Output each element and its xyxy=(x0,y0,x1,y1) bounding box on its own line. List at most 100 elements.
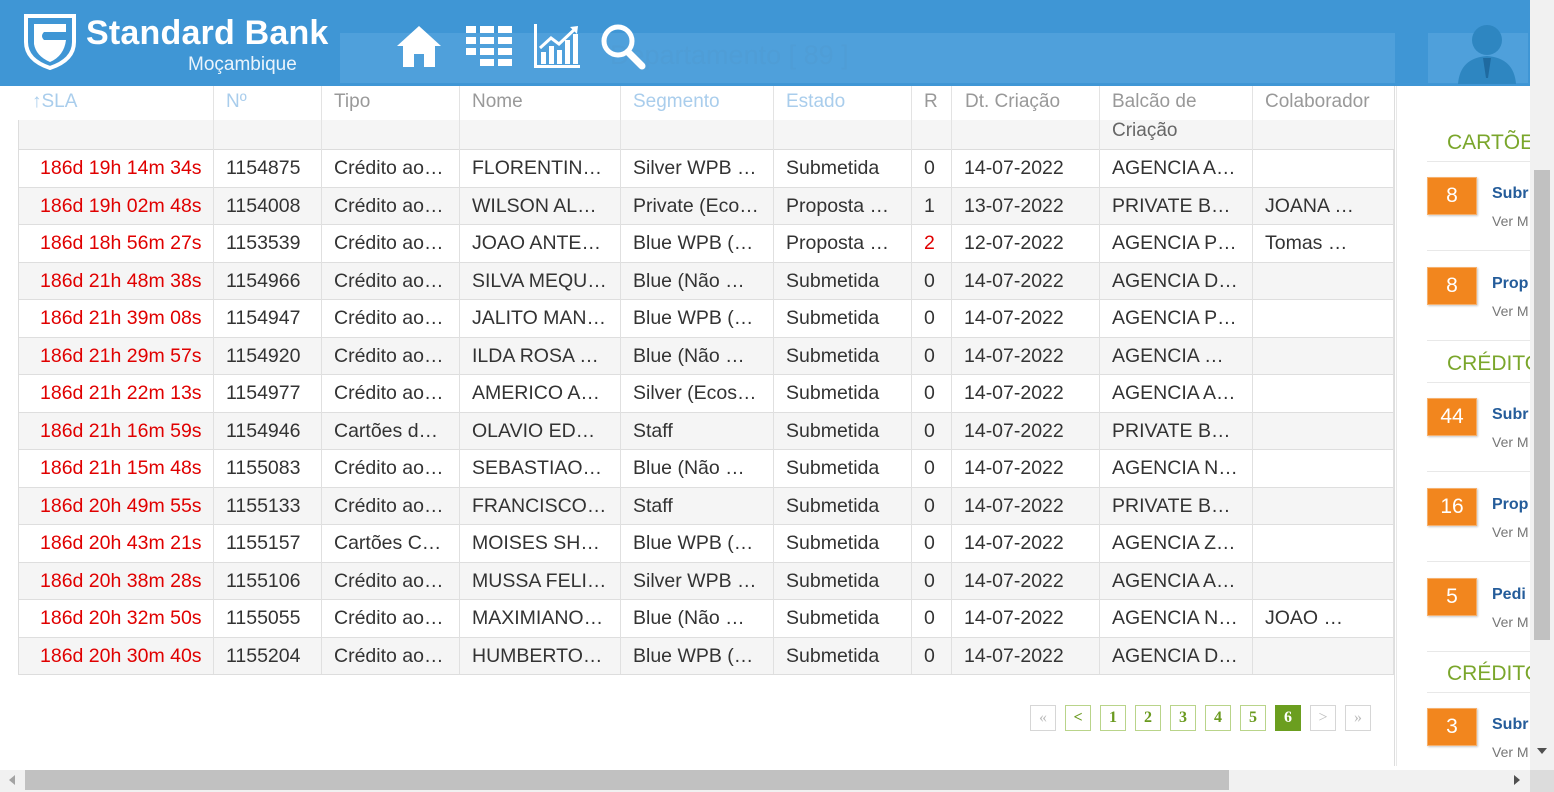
count-badge: 8 xyxy=(1427,267,1477,305)
table-row[interactable]: 186d 20h 49m 55s 1155133 Crédito ao… FRANCI… xyxy=(18,487,1394,525)
vertical-scrollbar[interactable] xyxy=(1530,0,1554,770)
pagination: « < 1 2 3 4 5 6 > » xyxy=(1030,705,1371,731)
card-title[interactable]: Prop xyxy=(1492,275,1528,293)
table-row[interactable]: 186d 20h 30m 40s 1155204 Crédito ao… HUMBER… xyxy=(18,637,1394,675)
see-more-link[interactable]: Ver M xyxy=(1492,614,1529,630)
page-3-button[interactable]: 3 xyxy=(1170,705,1196,731)
cell-segment: Blue WPB (… xyxy=(621,525,774,563)
standard-bank-logo-icon[interactable] xyxy=(22,12,78,70)
cell-branch: AGENCIA D… xyxy=(1100,262,1253,300)
cell-r: 0 xyxy=(912,450,952,488)
top-navigation-bar: Departamento [ 89 ] Standard Bank Moçamb… xyxy=(0,0,1530,86)
cell-branch: AGENCIA A… xyxy=(1100,562,1253,600)
page-2-button[interactable]: 2 xyxy=(1135,705,1161,731)
first-page-button[interactable]: « xyxy=(1030,705,1056,731)
table-row[interactable]: 186d 21h 29m 57s 1154920 Crédito ao… ILDA R… xyxy=(18,337,1394,375)
cell-state: Submetida xyxy=(774,600,912,638)
page-5-button[interactable]: 5 xyxy=(1240,705,1266,731)
cell-collaborator: Tomas … xyxy=(1253,225,1394,263)
cell-segment: Blue WPB (… xyxy=(621,637,774,675)
cell-segment: Silver WPB … xyxy=(621,562,774,600)
cell-state: Submetida xyxy=(774,562,912,600)
see-more-link[interactable]: Ver M xyxy=(1492,744,1529,760)
card-title[interactable]: Subr xyxy=(1492,406,1528,424)
cell-branch: AGENCIA N… xyxy=(1100,600,1253,638)
previous-page-button[interactable]: < xyxy=(1065,705,1091,731)
see-more-link[interactable]: Ver M xyxy=(1492,213,1529,229)
see-more-link[interactable]: Ver M xyxy=(1492,524,1529,540)
card-title[interactable]: Prop xyxy=(1492,496,1528,514)
summary-card[interactable]: 44 Subr Ver M xyxy=(1427,398,1530,470)
column-header-sla[interactable]: ↑SLA xyxy=(32,91,77,113)
summary-card[interactable]: 8 Prop Ver M xyxy=(1427,267,1530,339)
cell-type: Crédito ao… xyxy=(322,150,460,188)
summary-card[interactable]: 8 Subr Ver M xyxy=(1427,177,1530,249)
cell-number: 1155083 xyxy=(214,450,322,488)
cell-state: Submetida xyxy=(774,525,912,563)
cell-collaborator xyxy=(1253,562,1394,600)
cell-segment: Blue (Não … xyxy=(621,337,774,375)
cell-name: MUSSA FELI… xyxy=(460,562,621,600)
column-header-collaborator: Colaborador xyxy=(1265,91,1370,112)
vertical-scroll-thumb[interactable] xyxy=(1534,170,1550,640)
grid-icon[interactable] xyxy=(464,22,514,70)
column-header-segment[interactable]: Segmento xyxy=(633,91,720,113)
cell-type: Crédito ao… xyxy=(322,300,460,338)
last-page-button[interactable]: » xyxy=(1345,705,1371,731)
cell-segment: Silver WPB … xyxy=(621,150,774,188)
section-title-credit: CRÉDITO xyxy=(1447,352,1542,375)
cell-collaborator xyxy=(1253,262,1394,300)
cell-name: JOAO ANTE… xyxy=(460,225,621,263)
cell-collaborator xyxy=(1253,337,1394,375)
cell-segment: Blue (Não … xyxy=(621,600,774,638)
summary-card[interactable]: 16 Prop Ver M xyxy=(1427,488,1530,560)
user-avatar-icon[interactable] xyxy=(1452,18,1522,84)
table-row[interactable]: 186d 21h 15m 48s 1155083 Crédito ao… SEBAST… xyxy=(18,450,1394,488)
scroll-left-arrow-icon[interactable] xyxy=(9,775,15,785)
next-page-button[interactable]: > xyxy=(1310,705,1336,731)
cell-name: FRANCISCO… xyxy=(460,487,621,525)
table-row[interactable]: 186d 20h 43m 21s 1155157 Cartões C… MOISES … xyxy=(18,525,1394,563)
cell-name: OLAVIO ED… xyxy=(460,412,621,450)
table-row[interactable]: 186d 19h 14m 34s 1154875 Crédito ao… FLOREN… xyxy=(18,150,1394,188)
table-row[interactable]: 186d 20h 32m 50s 1155055 Crédito ao… MAXIMI… xyxy=(18,600,1394,638)
scroll-down-arrow-icon[interactable] xyxy=(1537,748,1547,754)
horizontal-scrollbar[interactable] xyxy=(0,770,1530,792)
page-6-button[interactable]: 6 xyxy=(1275,705,1301,731)
cell-segment: Staff xyxy=(621,412,774,450)
table-row[interactable]: 186d 21h 22m 13s 1154977 Crédito ao… AMERIC… xyxy=(18,375,1394,413)
cell-segment: Blue WPB (… xyxy=(621,300,774,338)
card-title[interactable]: Subr xyxy=(1492,185,1528,203)
table-row[interactable]: 186d 21h 16m 59s 1154946 Cartões d… OLAVIO … xyxy=(18,412,1394,450)
cell-sla: 186d 21h 48m 38s xyxy=(18,262,214,300)
page-4-button[interactable]: 4 xyxy=(1205,705,1231,731)
table-row[interactable]: 186d 18h 56m 27s 1153539 Crédito ao… JOAO A… xyxy=(18,225,1394,263)
cell-r: 0 xyxy=(912,150,952,188)
search-icon[interactable] xyxy=(598,22,648,70)
cell-state: Submetida xyxy=(774,300,912,338)
cell-state: Submetida xyxy=(774,637,912,675)
table-row[interactable]: 186d 20h 38m 28s 1155106 Crédito ao… MUSSA … xyxy=(18,562,1394,600)
card-title[interactable]: Subr xyxy=(1492,716,1528,734)
horizontal-scroll-thumb[interactable] xyxy=(25,770,1229,790)
see-more-link[interactable]: Ver M xyxy=(1492,434,1529,450)
count-badge: 3 xyxy=(1427,708,1477,746)
cell-branch: AGENCIA D… xyxy=(1100,637,1253,675)
cell-sla: 186d 20h 38m 28s xyxy=(18,562,214,600)
cell-state: Submetida xyxy=(774,412,912,450)
see-more-link[interactable]: Ver M xyxy=(1492,303,1529,319)
table-row[interactable]: 186d 19h 02m 48s 1154008 Crédito ao… WILSON… xyxy=(18,187,1394,225)
table-row[interactable]: 186d 21h 48m 38s 1154966 Crédito ao… SILVA … xyxy=(18,262,1394,300)
cell-sla: 186d 20h 32m 50s xyxy=(18,600,214,638)
table-row[interactable]: 186d 21h 39m 08s 1154947 Crédito ao… JALITO… xyxy=(18,300,1394,338)
card-title[interactable]: Pedi xyxy=(1492,586,1526,604)
chart-icon[interactable] xyxy=(532,22,582,70)
column-header-number[interactable]: Nº xyxy=(226,91,247,113)
cell-name: ILDA ROSA … xyxy=(460,337,621,375)
page-1-button[interactable]: 1 xyxy=(1100,705,1126,731)
scroll-right-arrow-icon[interactable] xyxy=(1514,775,1520,785)
summary-card[interactable]: 5 Pedi Ver M xyxy=(1427,578,1530,650)
home-icon[interactable] xyxy=(394,22,444,70)
column-header-state[interactable]: Estado xyxy=(786,91,845,113)
cell-r: 0 xyxy=(912,375,952,413)
